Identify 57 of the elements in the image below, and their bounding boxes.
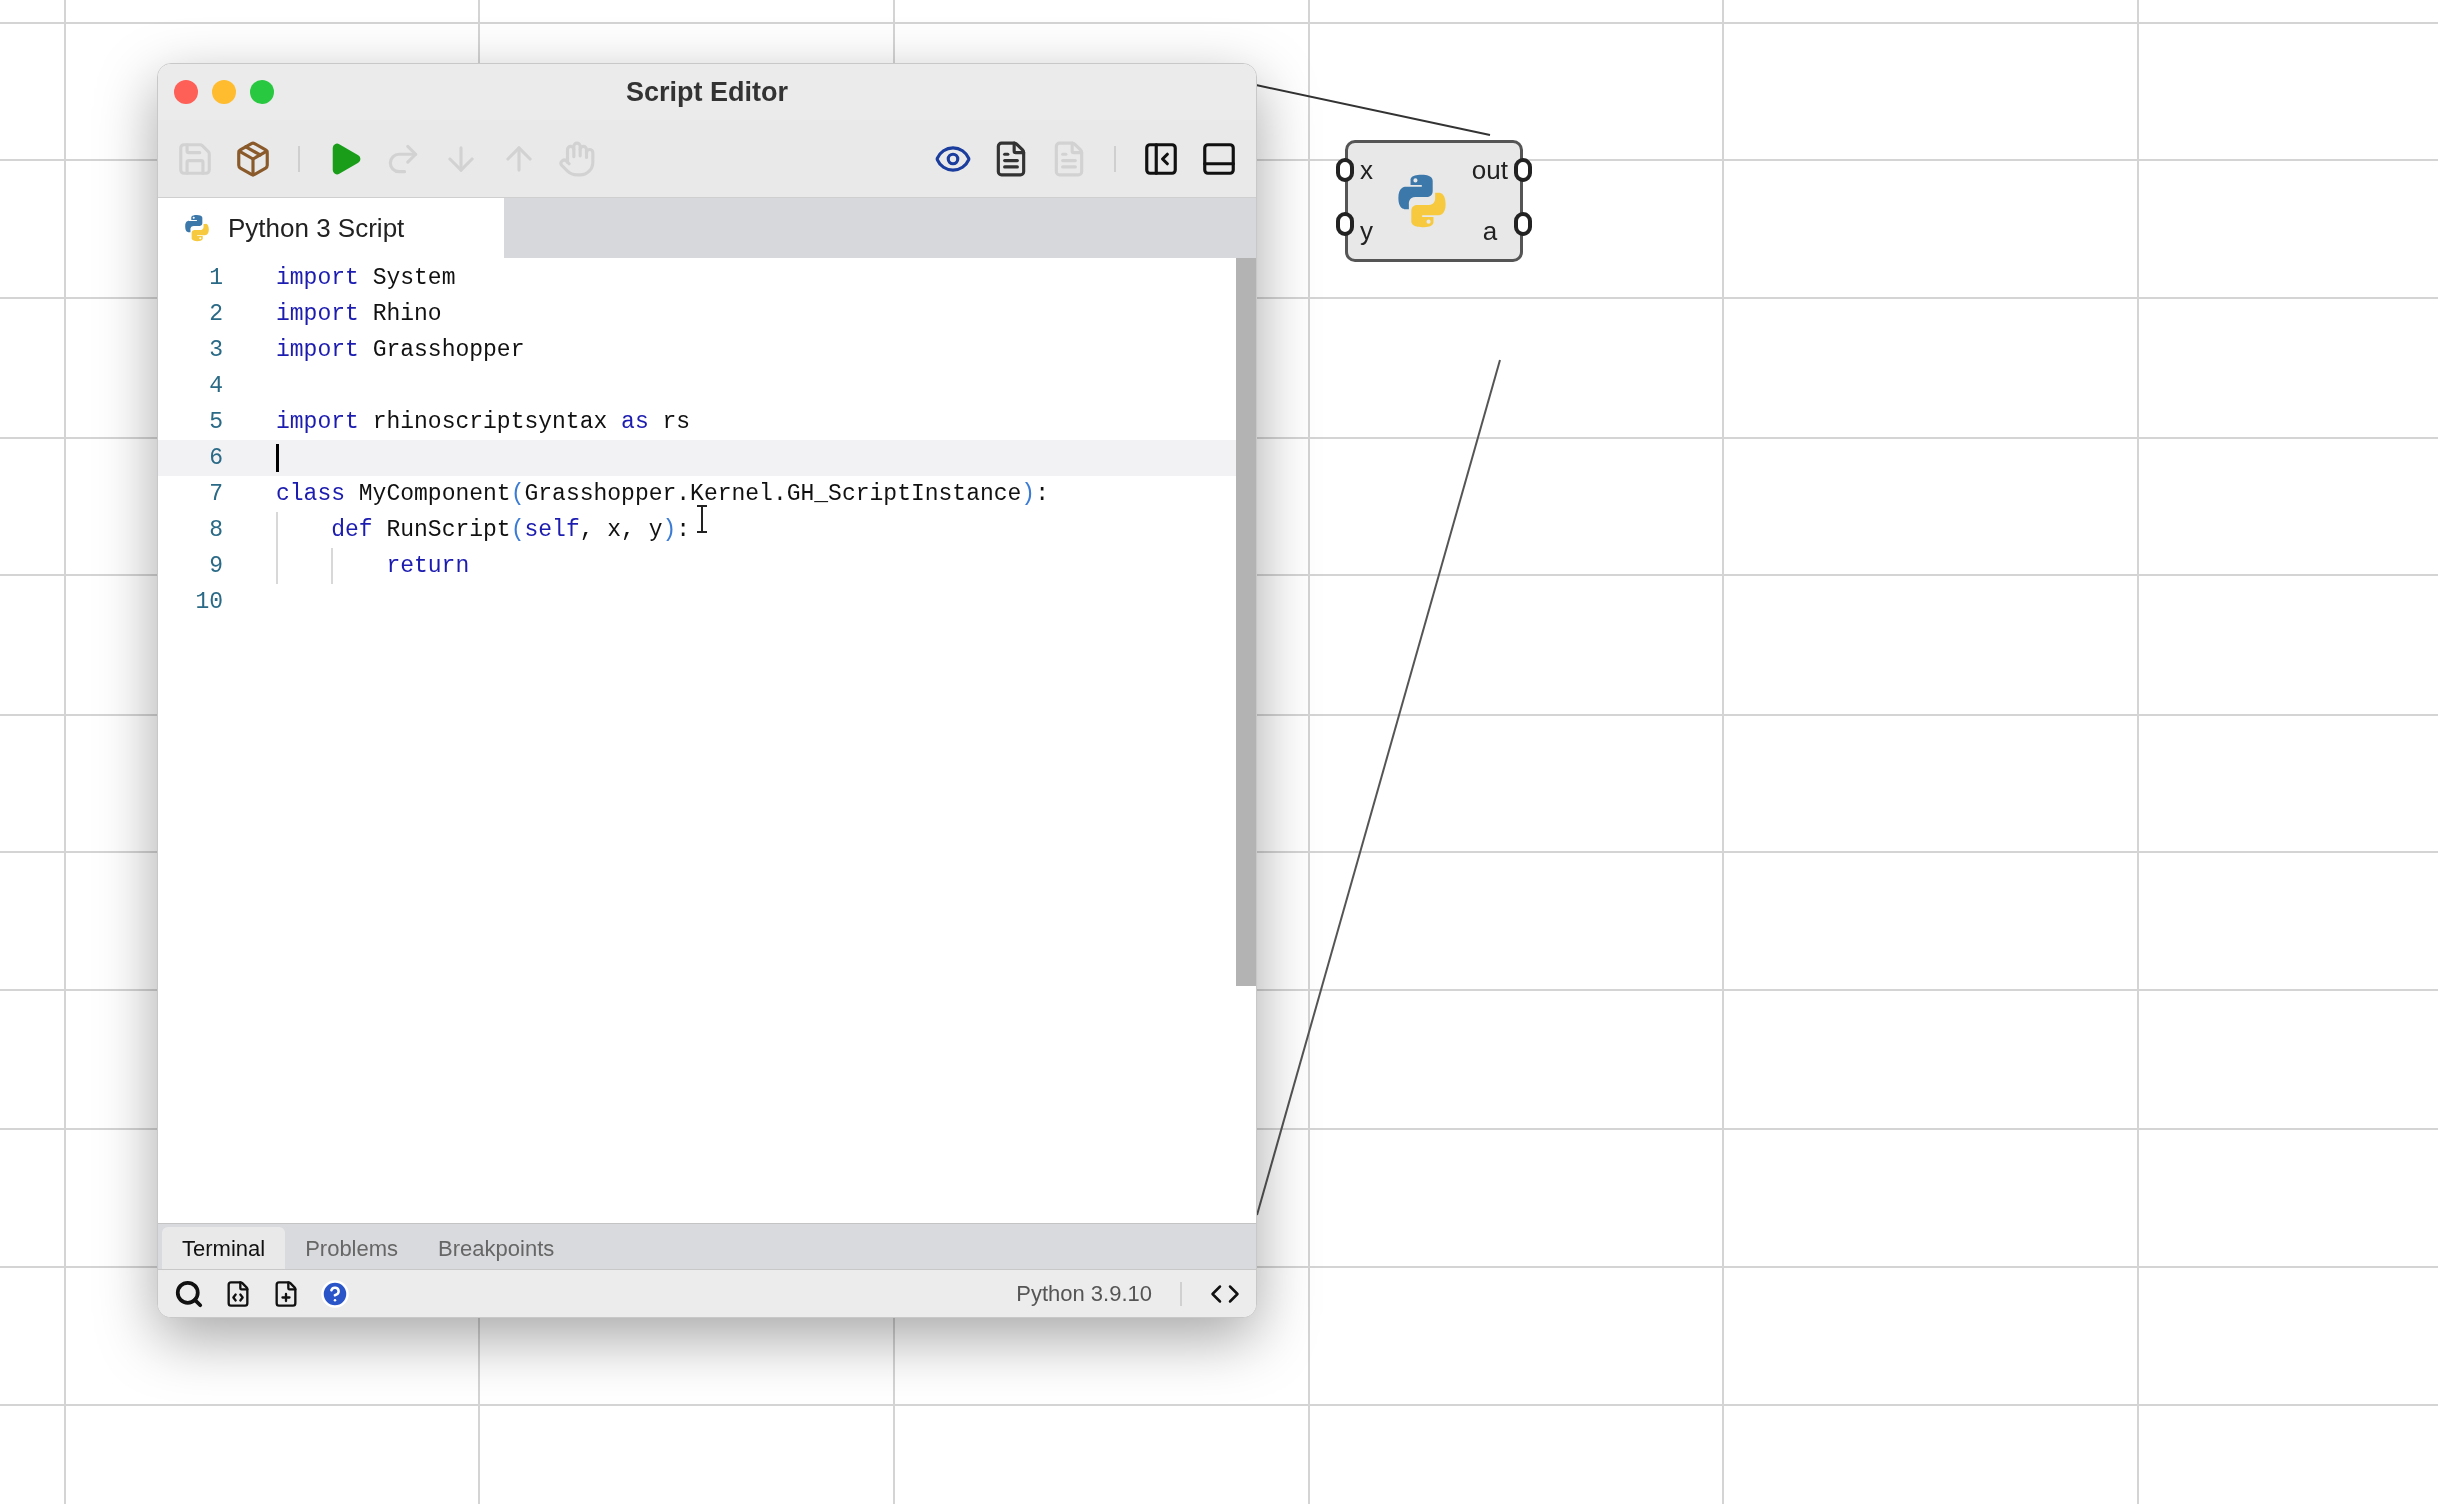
output-param: a	[1482, 215, 1498, 248]
window-title: Script Editor	[626, 75, 788, 109]
output-port[interactable]	[1514, 212, 1532, 236]
code-token: import	[276, 407, 359, 437]
code-token: as	[621, 407, 649, 437]
code-token: import	[276, 299, 359, 329]
code-token: :	[676, 515, 691, 545]
panel-tab[interactable]: Terminal	[162, 1227, 286, 1269]
line-number: 2	[208, 299, 223, 329]
code-token: self	[524, 515, 580, 545]
panel-tab[interactable]: Problems	[285, 1227, 419, 1269]
code-token: rhinoscriptsyntax	[371, 407, 609, 437]
box-icon	[234, 139, 272, 178]
code-token: )	[1021, 479, 1036, 509]
code-token: :	[1035, 479, 1049, 509]
code-token: import	[276, 335, 359, 365]
editor-tab[interactable]: Python 3 Script	[158, 198, 504, 258]
line-number: 8	[208, 515, 223, 545]
code-token: RunScript	[385, 515, 511, 545]
output-port[interactable]	[1514, 158, 1532, 182]
code-token: )	[662, 515, 677, 545]
line-number: 3	[208, 335, 223, 365]
code-token: (	[510, 479, 525, 509]
code-token: Rhino	[371, 299, 442, 329]
line-number: 9	[208, 551, 223, 581]
code-token: class	[276, 479, 345, 509]
text-caret	[276, 444, 279, 472]
line-number: 1	[208, 263, 223, 293]
runtime-version: Python 3.9.10	[1016, 1280, 1152, 1308]
code-token: return	[386, 551, 470, 581]
output-param: out	[1471, 154, 1508, 187]
code-token: Grasshopper	[371, 335, 525, 365]
input-port[interactable]	[1336, 212, 1354, 236]
input-port[interactable]	[1336, 158, 1354, 182]
line-number: 6	[208, 443, 223, 473]
text-cursor-icon	[695, 504, 709, 534]
input-param: x	[1360, 154, 1373, 187]
python-icon	[182, 213, 212, 243]
scrollbar-thumb[interactable]	[1236, 258, 1256, 986]
code-token: MyComponent	[357, 479, 511, 509]
code-token: Grasshopper.Kernel.GH_ScriptInstance	[524, 479, 1022, 509]
panel-tab[interactable]: Breakpoints	[418, 1227, 575, 1269]
code-token: rs	[661, 407, 691, 437]
code-token: , x, y	[579, 515, 663, 545]
line-number: 4	[208, 371, 223, 401]
input-param: y	[1360, 215, 1373, 248]
line-number: 7	[208, 479, 223, 509]
line-number: 5	[208, 407, 223, 437]
code-token: (	[510, 515, 525, 545]
close-button[interactable]	[174, 80, 198, 104]
script-component[interactable]: x y out a	[1345, 140, 1523, 262]
code-token: System	[371, 263, 456, 293]
search-icon[interactable]	[174, 1278, 204, 1309]
code-token: import	[276, 263, 359, 293]
line-number: 10	[194, 587, 223, 617]
help-icon[interactable]	[320, 1278, 350, 1309]
code-token: def	[331, 515, 373, 545]
